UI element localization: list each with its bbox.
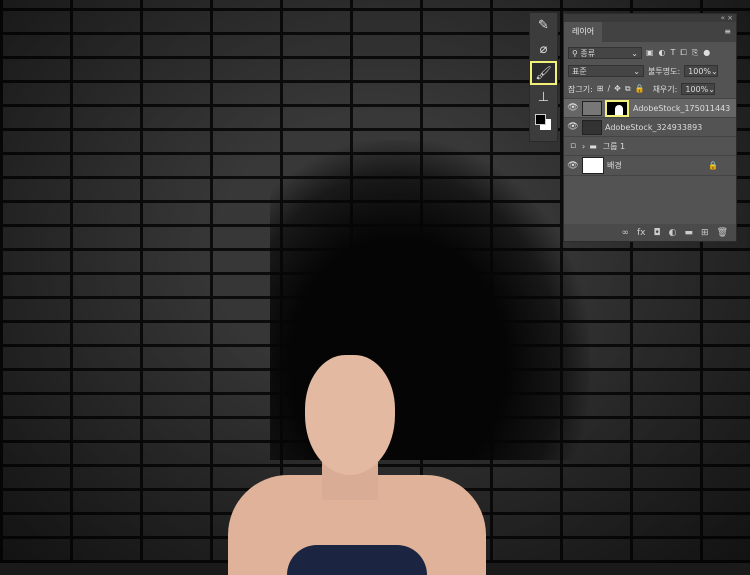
layer-mask-thumbnail[interactable] bbox=[605, 99, 629, 117]
filter-icons[interactable]: ▣◐T⧠⎘● bbox=[646, 48, 715, 58]
lock-label: 잠그기: bbox=[568, 84, 593, 94]
eye-icon[interactable]: 👁 bbox=[564, 122, 582, 132]
folder-icon: ▬ bbox=[589, 141, 597, 151]
layer-name: 배경 bbox=[607, 161, 622, 170]
link-icon[interactable]: ∞ bbox=[622, 228, 630, 238]
layer-thumbnail bbox=[582, 119, 602, 135]
opacity-input[interactable]: 100% ⌄ bbox=[684, 65, 719, 77]
layer-row[interactable]: 👁 AdobeStock_175011443 bbox=[564, 98, 736, 117]
layers-panel: « × 레이어 ≡ ⚲ 종류 ⌄ ▣◐T⧠⎘● 표준 ⌄ 불투명도: 100% ⌄ 잠그… bbox=[563, 13, 737, 242]
new-group-icon[interactable]: ▬ bbox=[685, 228, 694, 238]
eye-icon[interactable]: 👁 bbox=[564, 161, 582, 171]
expand-chevron-icon[interactable]: › bbox=[582, 142, 585, 151]
fx-icon[interactable]: fx bbox=[637, 228, 646, 238]
eyedropper-icon[interactable]: ✎ bbox=[530, 13, 557, 37]
blend-mode-value: 표준 bbox=[572, 67, 587, 76]
add-mask-icon[interactable]: ◘ bbox=[654, 228, 661, 238]
layer-row[interactable]: 👁 배경 🔒 bbox=[564, 155, 736, 176]
fill-input[interactable]: 100% ⌄ bbox=[681, 83, 716, 95]
lock-icons[interactable]: ⊞/✥⧉🔒 bbox=[597, 84, 649, 94]
fill-label: 채우기: bbox=[652, 84, 678, 94]
layer-name: 그룹 1 bbox=[602, 141, 626, 151]
layer-name: AdobeStock_175011443 bbox=[633, 103, 731, 113]
adjustment-icon[interactable]: ◐ bbox=[669, 228, 677, 238]
color-swatches[interactable] bbox=[530, 109, 557, 139]
panel-menu-icon[interactable]: ≡ bbox=[719, 22, 736, 42]
filter-kind-select[interactable]: ⚲ 종류 ⌄ bbox=[568, 47, 642, 59]
layer-row[interactable]: 👁 AdobeStock_324933893 bbox=[564, 117, 736, 136]
foreground-color-swatch[interactable] bbox=[535, 114, 546, 125]
opacity-label: 불투명도: bbox=[648, 66, 681, 76]
layer-thumbnail bbox=[582, 157, 604, 174]
blend-mode-select[interactable]: 표준 ⌄ bbox=[568, 65, 644, 77]
panel-footer: ∞ fx ◘ ◐ ▬ ⊞ 🗑 bbox=[564, 224, 736, 241]
healing-brush-icon[interactable]: ⌀ bbox=[530, 37, 557, 61]
toolbar: ✎ ⌀ 🖌 ⊥ bbox=[529, 12, 558, 142]
clone-stamp-icon[interactable]: ⊥ bbox=[530, 85, 557, 109]
face-image bbox=[305, 355, 395, 475]
brush-icon[interactable]: 🖌 bbox=[530, 61, 557, 85]
layer-row[interactable]: ▫ › ▬ 그룹 1 bbox=[564, 136, 736, 155]
filter-kind-value: 종류 bbox=[580, 49, 596, 58]
eye-icon[interactable]: 👁 bbox=[564, 103, 582, 113]
layer-name: AdobeStock_324933893 bbox=[605, 122, 703, 132]
trash-icon[interactable]: 🗑 bbox=[717, 228, 728, 238]
layer-thumbnail bbox=[582, 100, 602, 116]
tab-layers[interactable]: 레이어 bbox=[564, 22, 603, 42]
new-layer-icon[interactable]: ⊞ bbox=[701, 228, 709, 238]
collapse-close-icons[interactable]: « × bbox=[564, 14, 736, 22]
lock-icon: 🔒 bbox=[708, 161, 718, 170]
dress-image bbox=[287, 545, 427, 575]
visibility-box[interactable]: ▫ bbox=[564, 141, 582, 151]
